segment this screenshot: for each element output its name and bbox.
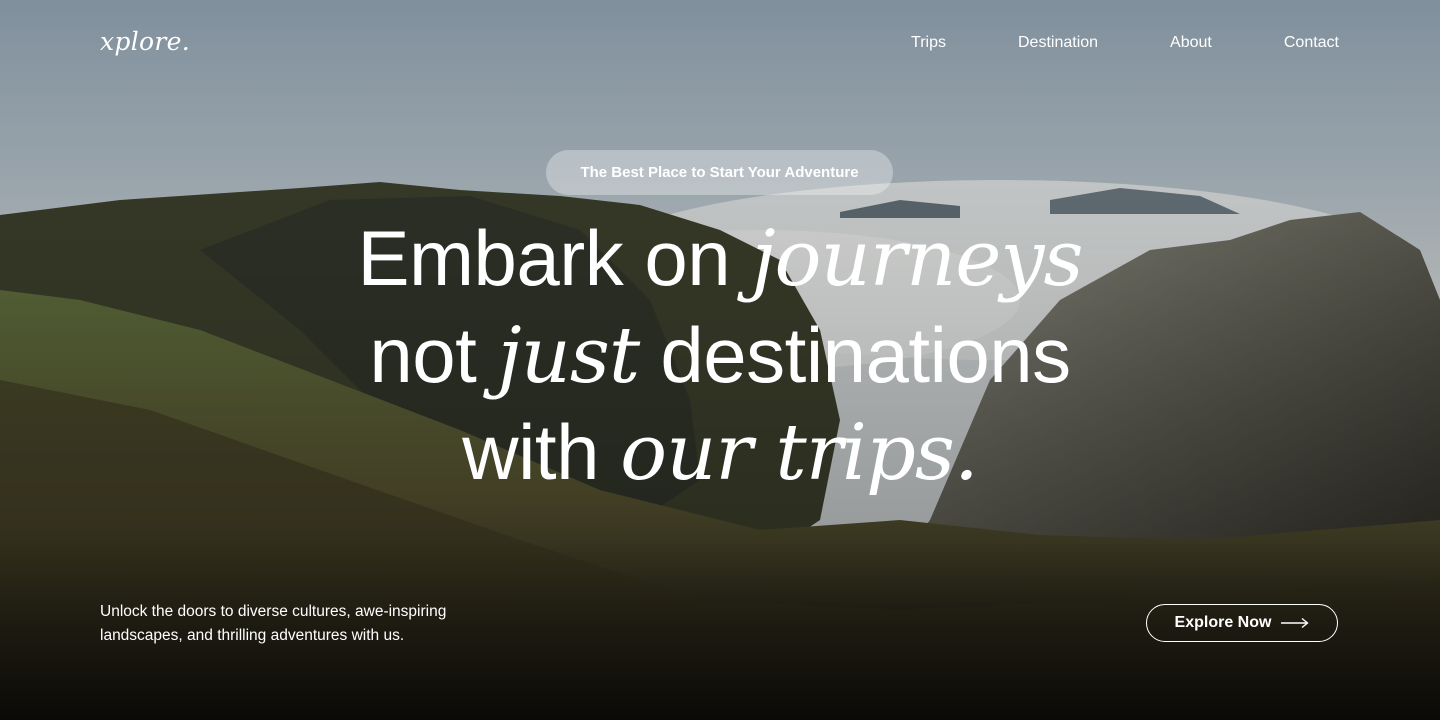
explore-now-label: Explore Now (1174, 614, 1272, 631)
hero-headline: Embark on journeys not just destinations… (220, 210, 1220, 501)
main-nav: Trips Destination About Contact (911, 34, 1339, 52)
brand-logo[interactable]: xplore. (100, 27, 190, 56)
explore-now-button[interactable]: Explore Now (1146, 604, 1338, 642)
hero-section: xplore. Trips Destination About Contact … (0, 0, 1440, 720)
headline-italic-text: journeys (751, 214, 1083, 304)
headline-italic-text: our trips. (620, 408, 979, 498)
nav-item-destination[interactable]: Destination (1018, 34, 1098, 52)
headline-italic-text: just (497, 311, 640, 401)
headline-line-1: Embark on journeys (220, 210, 1220, 307)
nav-item-about[interactable]: About (1170, 34, 1212, 52)
headline-text: Embark on (357, 214, 752, 302)
headline-line-2: not just destinations (220, 307, 1220, 404)
nav-item-contact[interactable]: Contact (1284, 34, 1339, 52)
hero-description: Unlock the doors to diverse cultures, aw… (100, 603, 447, 644)
arrow-right-icon (1281, 617, 1310, 629)
headline-text: not (369, 311, 498, 399)
headline-text: with (462, 408, 621, 496)
hero-tagline-badge: The Best Place to Start Your Adventure (546, 150, 893, 195)
headline-line-3: with our trips. (220, 404, 1220, 501)
nav-item-trips[interactable]: Trips (911, 34, 946, 52)
headline-text: destinations (639, 311, 1071, 399)
